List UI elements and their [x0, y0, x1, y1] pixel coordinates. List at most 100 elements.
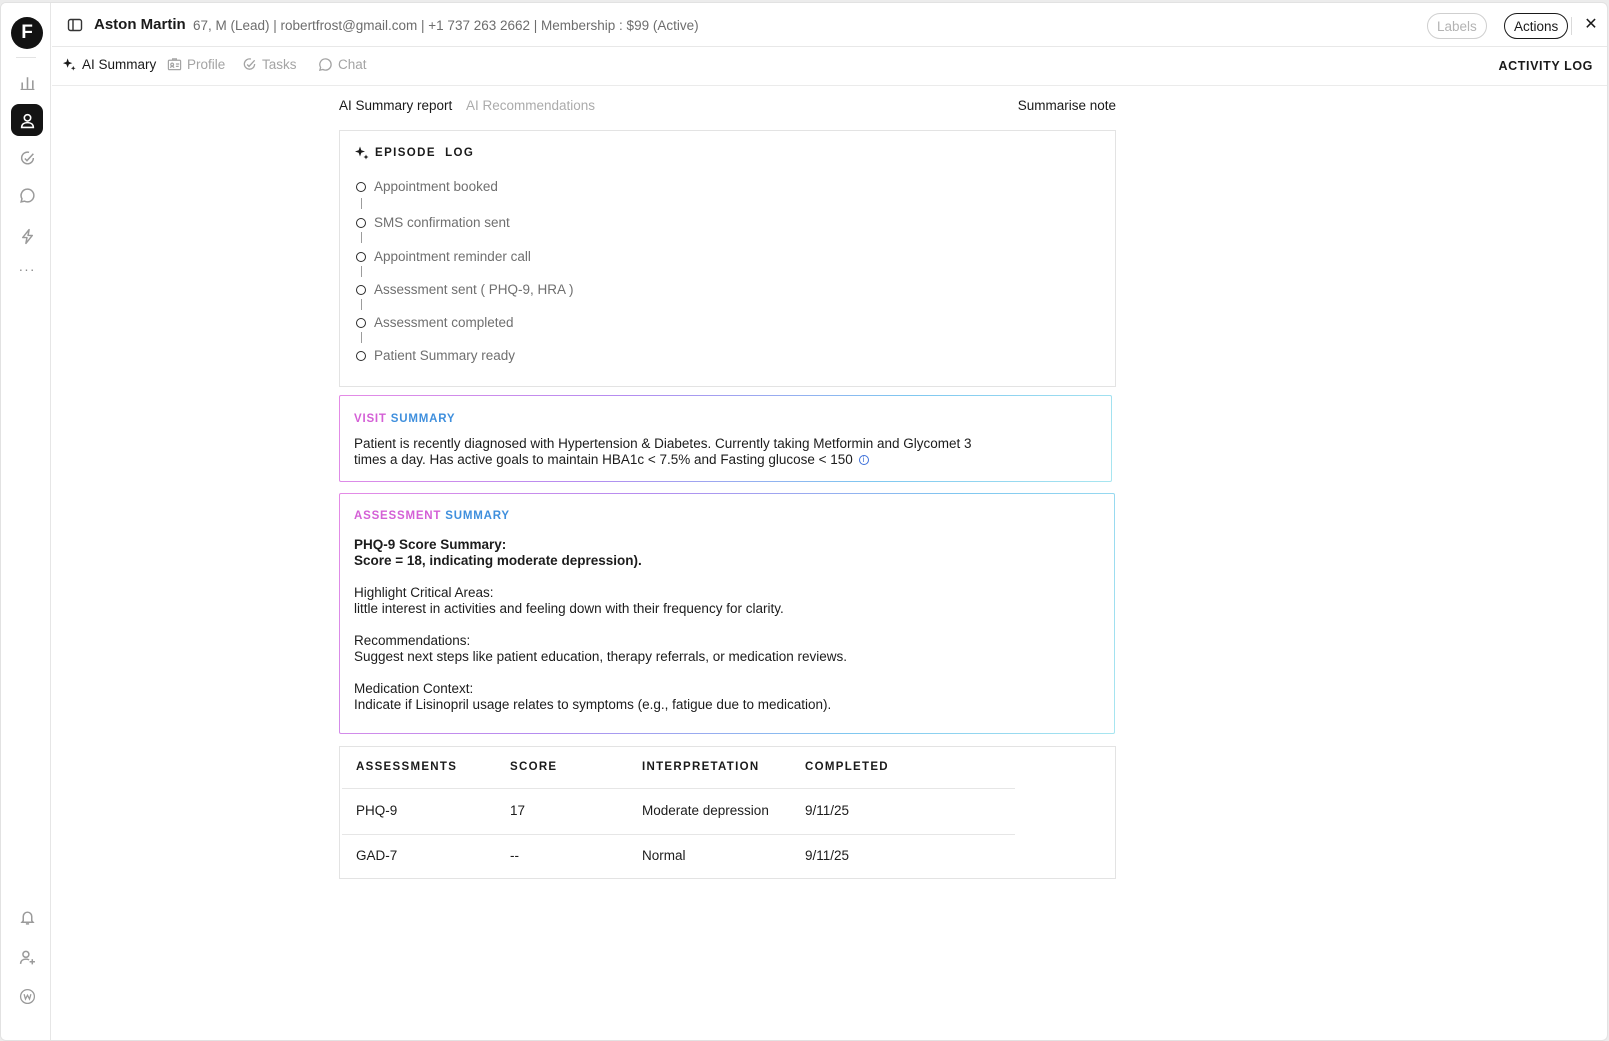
tab-profile[interactable]: Profile [167, 57, 225, 72]
subtab-ai-recommendations[interactable]: AI Recommendations [466, 98, 595, 113]
recommendations-block: Recommendations: Suggest next steps like… [354, 633, 1094, 665]
record-header: Aston Martin 67, M (Lead) | robertfrost@… [52, 3, 1607, 47]
visit-summary-card: VISIT SUMMARY Patient is recently diagno… [339, 395, 1112, 482]
visit-summary-body: Patient is recently diagnosed with Hyper… [354, 436, 972, 467]
critical-heading: Highlight Critical Areas: [354, 585, 494, 600]
table-cell: 17 [510, 803, 526, 818]
table-cell: -- [510, 848, 519, 863]
w-badge-icon[interactable] [11, 980, 43, 1012]
activity-log-link[interactable]: ACTIVITY LOG [1499, 59, 1593, 73]
patient-name: Aston Martin [94, 16, 186, 33]
timeline-label: Patient Summary ready [374, 348, 516, 363]
title-word: ASSESSMENT [354, 510, 442, 522]
tab-ai-summary[interactable]: AI Summary [62, 57, 156, 72]
rail-divider [16, 57, 36, 58]
timeline-item: SMS confirmation sent [356, 215, 510, 230]
sidebar-toggle-icon[interactable] [67, 17, 83, 33]
info-icon[interactable]: i [858, 454, 869, 465]
timeline-connector [360, 198, 362, 209]
timeline-label: Appointment booked [374, 179, 498, 194]
row-divider [342, 788, 1015, 789]
tab-label: Chat [338, 57, 367, 72]
column-header-completed[interactable]: COMPLETED [805, 761, 889, 773]
critical-areas-block: Highlight Critical Areas: little interes… [354, 585, 1094, 617]
table-cell: Normal [642, 848, 686, 863]
summarise-note-button[interactable]: Summarise note [1018, 98, 1116, 113]
table-cell: PHQ-9 [356, 803, 398, 818]
row-divider [342, 834, 1015, 835]
sparkle-icon [62, 58, 76, 71]
timeline-item: Assessment completed [356, 315, 514, 330]
table-cell: 9/11/25 [805, 848, 850, 863]
subtab-ai-summary-report[interactable]: AI Summary report [339, 98, 452, 113]
more-icon[interactable]: ··· [11, 253, 43, 285]
lightning-icon[interactable] [11, 220, 43, 252]
tab-bar: AI Summary Profile Tasks Chat ACTIVITY L… [52, 47, 1607, 86]
chat-icon[interactable] [11, 179, 43, 211]
tab-chat[interactable]: Chat [318, 57, 367, 72]
timeline-item: Appointment booked [356, 179, 498, 194]
critical-text: little interest in activities and feelin… [354, 601, 784, 616]
episode-log-label: EPISODE LOG [375, 147, 475, 159]
app-window: F ··· Aston Martin 67, M (Lead) | robert… [0, 2, 1608, 1041]
recommendations-text: Suggest next steps like patient educatio… [354, 649, 848, 664]
table-cell: 9/11/25 [805, 803, 850, 818]
score-line: Score = 18, indicating moderate depressi… [354, 553, 642, 568]
column-header-interpretation[interactable]: INTERPRETATION [642, 761, 759, 773]
labels-button[interactable]: Labels [1427, 13, 1487, 39]
episode-log-card: EPISODE LOG Appointment booked SMS confi… [339, 130, 1116, 387]
sparkle-icon [355, 146, 369, 160]
timeline-label: Appointment reminder call [374, 249, 531, 264]
assessment-summary-title: ASSESSMENT SUMMARY [354, 510, 510, 522]
timeline-dot [356, 217, 366, 228]
add-user-icon[interactable] [11, 941, 43, 973]
chat-bubble-icon [318, 58, 332, 71]
table-cell: GAD-7 [356, 848, 398, 863]
timeline-dot [356, 251, 366, 262]
app-logo[interactable]: F [11, 17, 43, 49]
medication-heading: Medication Context: [354, 681, 474, 696]
left-rail: F ··· [1, 3, 51, 1040]
table-cell: Moderate depression [642, 803, 769, 818]
recommendations-heading: Recommendations: [354, 633, 471, 648]
episode-log-title: EPISODE LOG [354, 145, 474, 161]
title-word: SUMMARY [445, 510, 510, 522]
timeline-connector [360, 232, 362, 243]
close-icon[interactable]: ✕ [1582, 16, 1600, 34]
tasks-icon[interactable] [11, 142, 43, 174]
phq9-score-block: PHQ-9 Score Summary: Score = 18, indicat… [354, 537, 1094, 569]
column-header-assessments[interactable]: ASSESSMENTS [356, 761, 457, 773]
title-word: VISIT [354, 413, 387, 425]
assessment-summary-card: ASSESSMENT SUMMARY PHQ-9 Score Summary: … [339, 493, 1115, 734]
profile-icon[interactable] [11, 104, 43, 136]
timeline-label: Assessment sent ( PHQ-9, HRA ) [374, 282, 574, 297]
score-heading: PHQ-9 Score Summary: [354, 537, 507, 552]
column-header-score[interactable]: SCORE [510, 761, 557, 773]
timeline-dot [356, 350, 366, 361]
tasks-check-icon [243, 58, 256, 70]
assessments-table: ASSESSMENTS SCORE INTERPRETATION COMPLET… [339, 746, 1116, 879]
assessment-summary-body: PHQ-9 Score Summary: Score = 18, indicat… [354, 537, 1094, 729]
timeline-connector [360, 266, 362, 277]
timeline-dot [356, 181, 366, 192]
actions-button[interactable]: Actions [1504, 13, 1569, 39]
medication-context-block: Medication Context: Indicate if Lisinopr… [354, 681, 1094, 713]
visit-summary-text: Patient is recently diagnosed with Hyper… [354, 436, 994, 467]
timeline-item: Patient Summary ready [356, 348, 515, 363]
tab-label: Tasks [262, 57, 297, 72]
id-card-icon [167, 58, 182, 71]
patient-meta: 67, M (Lead) | robertfrost@gmail.com | +… [193, 18, 699, 33]
analytics-icon[interactable] [11, 66, 43, 98]
medication-text: Indicate if Lisinopril usage relates to … [354, 697, 832, 712]
timeline-label: Assessment completed [374, 315, 514, 330]
visit-summary-title: VISIT SUMMARY [354, 413, 455, 425]
bell-icon[interactable] [11, 901, 43, 933]
timeline-dot [356, 317, 366, 328]
title-word: SUMMARY [390, 413, 456, 425]
timeline-dot [356, 284, 366, 295]
tab-label: AI Summary [82, 57, 157, 72]
timeline-label: SMS confirmation sent [374, 215, 510, 230]
timeline-connector [360, 299, 362, 310]
tab-tasks[interactable]: Tasks [242, 57, 297, 72]
header-divider [1571, 17, 1572, 35]
